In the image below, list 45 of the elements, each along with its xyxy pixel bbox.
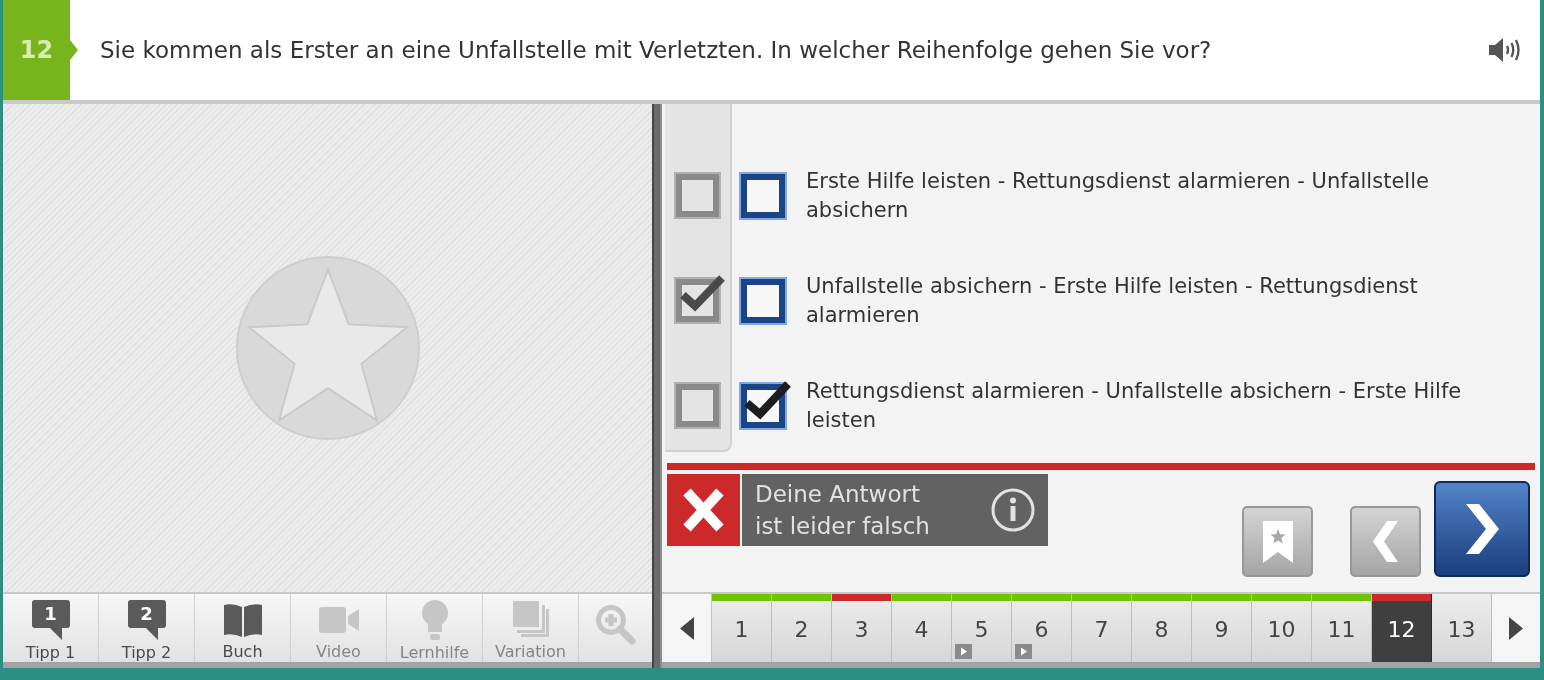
question-text: Sie kommen als Erster an eine Unfallstelle mit Verletzten. In welcher Reihenfolge gehen Sie vor? [100,35,1212,65]
answer-text: Erste Hilfe leisten - Rettungsdienst alarmieren - Unfallstelle absichern [806,167,1430,224]
answer-checkbox[interactable] [739,276,787,325]
hint-number: 2 [139,602,154,626]
answer-text: Rettungsdienst alarmieren - Unfallstelle absichern - Erste Hilfe leisten [806,377,1463,434]
page-button[interactable]: 12 [1372,594,1432,662]
chevron-right-icon [1465,504,1499,554]
page-button[interactable]: 9 [1192,594,1252,662]
book-icon [223,602,262,637]
hint-button[interactable]: 2 Tipp 2 [99,594,195,662]
bookmark-button[interactable] [1242,506,1313,577]
page-button[interactable]: 5 [952,594,1012,662]
triangle-right-icon [1509,616,1523,640]
checkmark-icon [680,274,726,312]
page-button[interactable]: 4 [892,594,952,662]
page-button[interactable]: 7 [1072,594,1132,662]
light-bulb-icon [421,600,448,640]
page-button[interactable]: 13 [1432,594,1492,662]
video-camera-icon [318,606,359,633]
stacked-squares-icon [512,600,549,639]
zoom-in-icon [595,605,636,645]
page-button[interactable]: 3 [832,594,892,662]
triangle-left-icon [679,616,694,640]
answer-text: Unfallstelle absichern - Erste Hilfe leisten - Rettungsdienst alarmieren [806,272,1419,329]
speech-bubble-icon [127,600,166,640]
hint-button[interactable]: 1 Tipp 1 [3,594,99,662]
page-button[interactable]: 11 [1312,594,1372,662]
question-number: 12 [3,0,78,100]
answer-checkbox[interactable] [739,171,787,220]
page-button[interactable]: 1 [712,594,772,662]
page-button[interactable]: 2 [772,594,832,662]
hint-number: 1 [43,602,58,626]
book-button[interactable]: Buch [195,594,291,662]
feedback-message: Deine Antwort ist leider falsch [755,480,930,541]
page-button[interactable]: 10 [1252,594,1312,662]
info-icon[interactable] [991,488,1035,532]
speaker-icon[interactable] [1489,38,1522,62]
next-button[interactable] [1434,481,1530,577]
checkmark-icon [744,379,792,420]
speech-bubble-icon [31,600,70,640]
previous-button[interactable] [1350,506,1421,577]
page-button[interactable]: 8 [1132,594,1192,662]
page-button[interactable]: 6 [1012,594,1072,662]
chevron-left-icon [1373,521,1398,562]
bookmark-star-icon [1262,520,1293,563]
